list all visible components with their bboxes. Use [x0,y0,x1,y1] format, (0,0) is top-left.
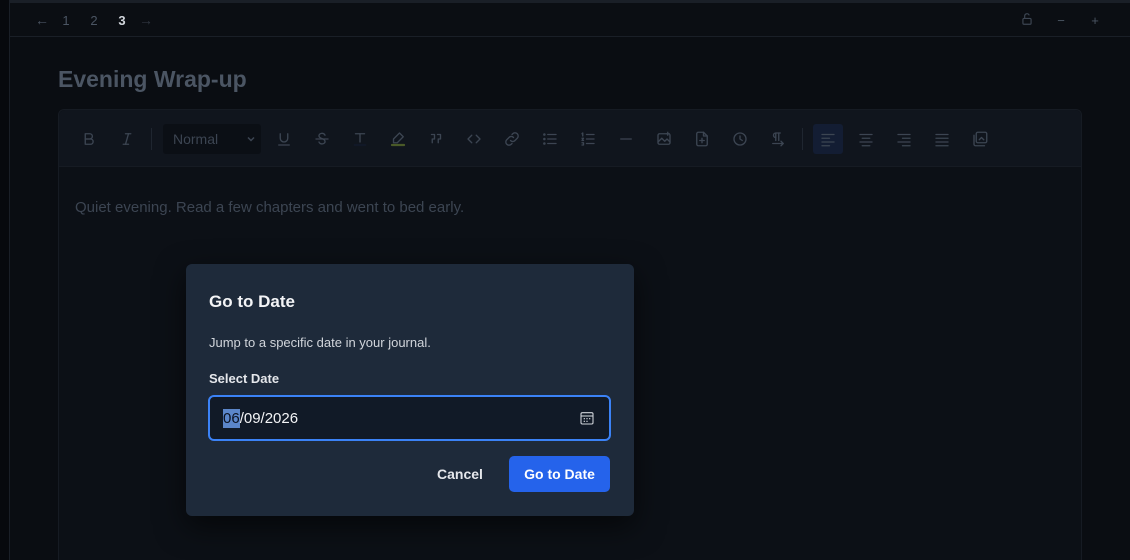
cancel-button[interactable]: Cancel [426,456,494,492]
calendar-icon[interactable] [579,410,595,426]
date-input[interactable]: 06 /09/2026 [208,395,611,441]
go-to-date-dialog: Go to Date Jump to a specific date in yo… [186,264,634,516]
dialog-title: Go to Date [209,292,295,311]
date-month-segment[interactable]: 06 [223,408,240,428]
go-to-date-button[interactable]: Go to Date [509,456,610,492]
select-date-label: Select Date [209,371,280,386]
date-rest-segment[interactable]: /09/2026 [240,410,298,427]
dialog-description: Jump to a specific date in your journal. [209,335,431,350]
app-window: ← 1 2 3 → − + Evening Wrap-up Normal Qui… [0,0,1130,560]
